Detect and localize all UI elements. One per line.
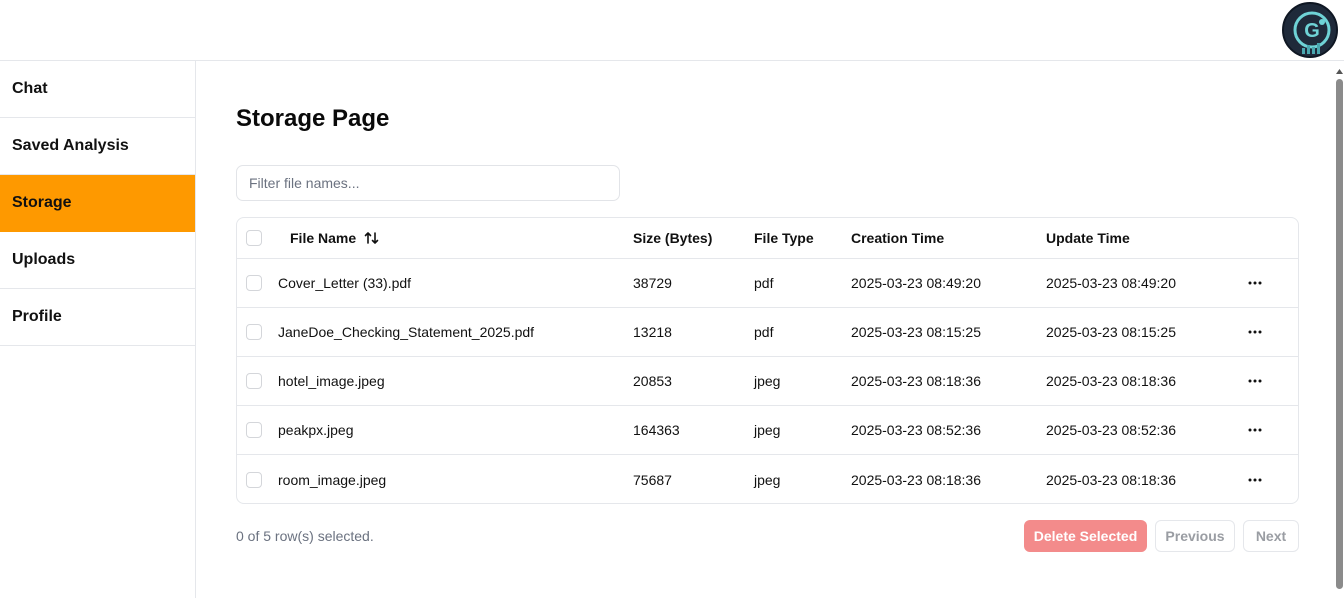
previous-page-button[interactable]: Previous <box>1155 520 1235 552</box>
row-checkbox[interactable] <box>246 471 262 488</box>
file-type-cell: pdf <box>754 324 774 340</box>
row-menu-ellipsis-icon[interactable] <box>1243 357 1267 405</box>
scroll-up-arrow-icon[interactable] <box>1336 69 1343 74</box>
update-time-cell: 2025-03-23 08:18:36 <box>1046 471 1176 488</box>
svg-text:G: G <box>1304 20 1320 42</box>
row-menu-ellipsis-icon[interactable] <box>1243 406 1267 454</box>
select-all-checkbox[interactable] <box>246 230 262 246</box>
update-time-cell: 2025-03-23 08:52:36 <box>1046 422 1176 438</box>
file-name-cell: peakpx.jpeg <box>278 422 354 438</box>
column-header-file-type: File Type <box>754 230 814 246</box>
size-cell: 164363 <box>633 422 680 438</box>
column-header-label: File Name <box>290 230 357 246</box>
vertical-scrollbar[interactable] <box>1335 61 1344 598</box>
user-avatar-icon[interactable]: G <box>1282 2 1338 58</box>
sidebar-item-label: Saved Analysis <box>12 137 129 154</box>
sidebar-item-storage[interactable]: Storage <box>0 175 195 232</box>
next-page-button[interactable]: Next <box>1243 520 1299 552</box>
file-type-cell: jpeg <box>754 373 781 389</box>
file-name-cell: hotel_image.jpeg <box>278 373 385 389</box>
delete-selected-button[interactable]: Delete Selected <box>1024 520 1147 552</box>
selection-status: 0 of 5 row(s) selected. <box>236 528 374 544</box>
update-time-cell: 2025-03-23 08:15:25 <box>1046 324 1176 340</box>
table-header-row: File Name Size (Bytes) File Type Creatio… <box>237 218 1298 259</box>
sidebar-item-label: Chat <box>12 80 48 97</box>
row-checkbox[interactable] <box>246 275 262 291</box>
table-row[interactable]: Cover_Letter (33).pdf 38729 pdf 2025-03-… <box>237 259 1298 308</box>
sidebar-item-label: Uploads <box>12 251 76 268</box>
sidebar-item-chat[interactable]: Chat <box>0 61 195 118</box>
files-table: File Name Size (Bytes) File Type Creatio… <box>236 217 1299 504</box>
file-type-cell: jpeg <box>754 471 781 488</box>
creation-time-cell: 2025-03-23 08:49:20 <box>851 275 981 291</box>
row-menu-ellipsis-icon[interactable] <box>1243 259 1267 307</box>
column-header-creation-time: Creation Time <box>851 230 945 246</box>
file-name-cell: JaneDoe_Checking_Statement_2025.pdf <box>278 324 535 340</box>
filter-input[interactable] <box>236 165 620 201</box>
sidebar: Chat Saved Analysis Storage Uploads Prof… <box>0 61 196 598</box>
column-header-size: Size (Bytes) <box>633 230 713 246</box>
sidebar-item-label: Profile <box>12 308 62 325</box>
sort-arrows-icon[interactable] <box>364 230 380 246</box>
row-menu-ellipsis-icon[interactable] <box>1243 308 1267 356</box>
creation-time-cell: 2025-03-23 08:18:36 <box>851 373 981 389</box>
table-row[interactable]: peakpx.jpeg 164363 jpeg 2025-03-23 08:52… <box>237 406 1298 455</box>
table-row[interactable]: hotel_image.jpeg 20853 jpeg 2025-03-23 0… <box>237 357 1298 406</box>
update-time-cell: 2025-03-23 08:49:20 <box>1046 275 1176 291</box>
table-row[interactable]: JaneDoe_Checking_Statement_2025.pdf 1321… <box>237 308 1298 357</box>
page-title: Storage Page <box>236 105 390 132</box>
column-header-update-time: Update Time <box>1046 230 1130 246</box>
row-checkbox[interactable] <box>246 422 262 438</box>
top-bar: G <box>0 0 1344 61</box>
table-row[interactable]: room_image.jpeg 75687 jpeg 2025-03-23 08… <box>237 455 1298 503</box>
file-type-cell: pdf <box>754 275 774 291</box>
sidebar-item-saved-analysis[interactable]: Saved Analysis <box>0 118 195 175</box>
row-checkbox[interactable] <box>246 373 262 389</box>
row-menu-ellipsis-icon[interactable] <box>1243 455 1267 503</box>
creation-time-cell: 2025-03-23 08:18:36 <box>851 471 981 488</box>
size-cell: 13218 <box>633 324 672 340</box>
creation-time-cell: 2025-03-23 08:52:36 <box>851 422 981 438</box>
size-cell: 20853 <box>633 373 672 389</box>
size-cell: 38729 <box>633 275 672 291</box>
file-type-cell: jpeg <box>754 422 781 438</box>
sidebar-item-uploads[interactable]: Uploads <box>0 232 195 289</box>
creation-time-cell: 2025-03-23 08:15:25 <box>851 324 981 340</box>
scrollbar-thumb[interactable] <box>1336 79 1343 589</box>
update-time-cell: 2025-03-23 08:18:36 <box>1046 373 1176 389</box>
row-checkbox[interactable] <box>246 324 262 340</box>
sidebar-item-label: Storage <box>12 194 72 211</box>
file-name-cell: room_image.jpeg <box>278 471 387 488</box>
size-cell: 75687 <box>633 471 672 488</box>
sidebar-item-profile[interactable]: Profile <box>0 289 195 346</box>
column-header-file-name[interactable]: File Name <box>290 218 380 258</box>
file-name-cell: Cover_Letter (33).pdf <box>278 275 412 291</box>
